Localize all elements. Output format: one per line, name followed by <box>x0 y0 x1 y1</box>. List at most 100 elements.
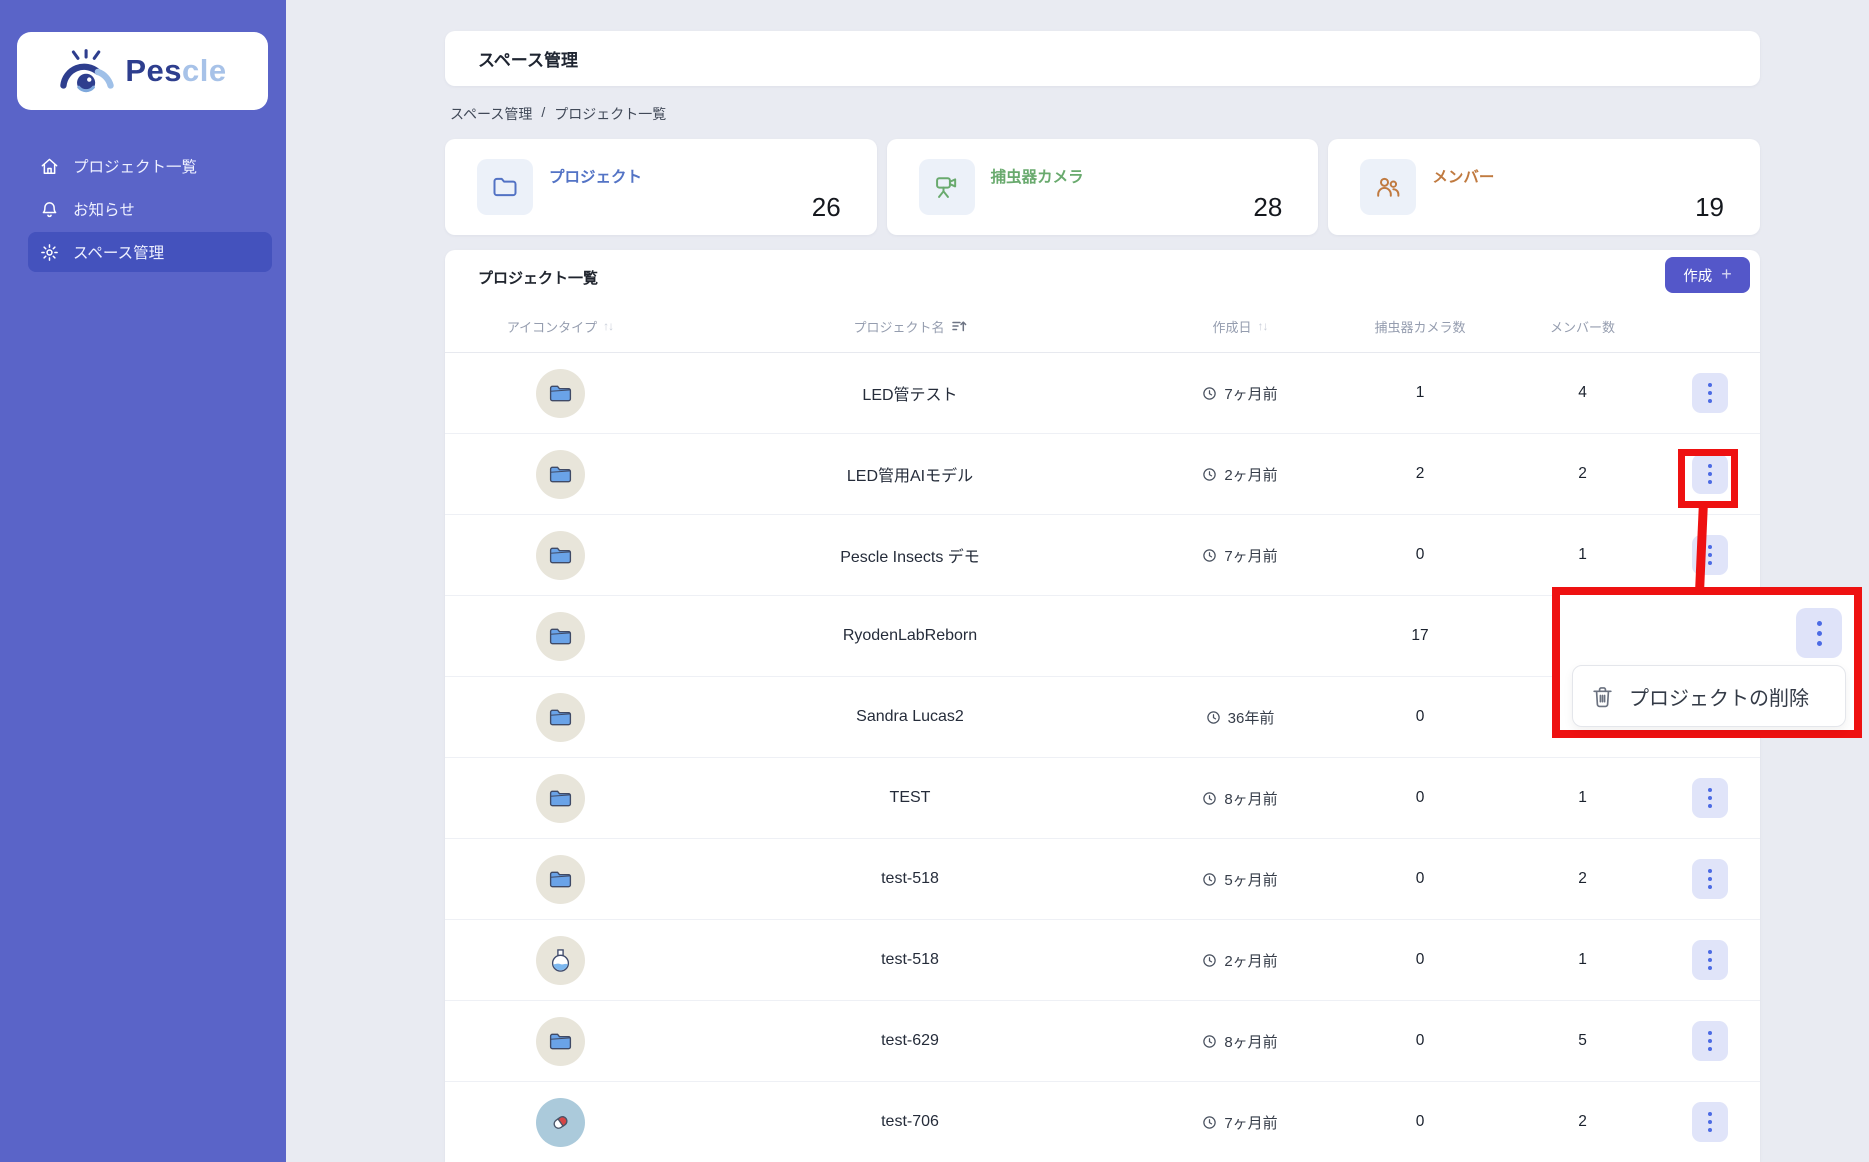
sidebar-item-project-list[interactable]: プロジェクト一覧 <box>0 146 286 186</box>
member-count: 1 <box>1578 789 1587 806</box>
created-at: 2ヶ月前 <box>1145 464 1335 485</box>
page-title: スペース管理 <box>478 51 578 70</box>
row-menu-button[interactable] <box>1692 1021 1728 1061</box>
camera-count: 0 <box>1415 1032 1425 1049</box>
column-header-member-count: メンバー数 <box>1549 319 1615 335</box>
camera-count: 0 <box>1415 789 1425 806</box>
folder-icon <box>535 773 585 823</box>
breadcrumb: スペース管理 / プロジェクト一覧 <box>450 104 666 124</box>
sidebar-item-space-management[interactable]: スペース管理 <box>28 232 272 272</box>
table-body: LED管テスト 7ヶ月前 1 4 LED管用AIモデル 2ヶ月前 2 2 Pes… <box>445 353 1760 1162</box>
gear-icon <box>41 243 58 261</box>
annotation-box-kebab <box>1678 449 1738 508</box>
delete-project-menu-item[interactable]: プロジェクトの削除 <box>1629 682 1809 711</box>
member-count: 1 <box>1578 951 1587 968</box>
sort-updown-icon: ↑↓ <box>1257 319 1269 333</box>
pescle-eye-icon <box>60 49 115 93</box>
column-header-created-at[interactable]: 作成日 ↑↓ <box>1145 317 1335 336</box>
table-header-row: アイコンタイプ ↑↓ プロジェクト名 作成日 ↑↓ 捕虫器カメラ数 メンバー数 <box>445 300 1760 353</box>
folder-icon <box>535 530 585 580</box>
breadcrumb-section[interactable]: スペース管理 <box>450 104 532 124</box>
stat-label: プロジェクト <box>549 169 643 186</box>
column-header-camera-count: 捕虫器カメラ数 <box>1374 319 1466 335</box>
camera-count: 0 <box>1415 708 1425 725</box>
stat-cards: プロジェクト 26 捕虫器カメラ 28 メンバー 19 <box>445 139 1761 235</box>
camera-count: 0 <box>1415 870 1425 887</box>
folder-icon <box>535 611 585 661</box>
project-name: TEST <box>889 789 931 806</box>
row-menu-button[interactable] <box>1692 778 1728 818</box>
stat-label: 捕虫器カメラ <box>990 169 1084 186</box>
member-count: 2 <box>1578 870 1587 887</box>
column-header-icon-type[interactable]: アイコンタイプ ↑↓ <box>445 317 675 336</box>
home-icon <box>41 158 58 174</box>
folder-icon <box>535 854 585 904</box>
pescle-logo[interactable]: Pescle <box>17 32 268 110</box>
flask-icon <box>535 935 585 985</box>
sidebar-item-label: プロジェクト一覧 <box>73 159 198 176</box>
table-row[interactable]: LED管用AIモデル 2ヶ月前 2 2 <box>445 434 1760 515</box>
column-header-project-name[interactable]: プロジェクト名 <box>675 317 1145 336</box>
folder-icon <box>535 449 585 499</box>
created-at: 7ヶ月前 <box>1145 383 1335 404</box>
create-button[interactable]: 作成 + <box>1665 257 1750 293</box>
project-name: test-706 <box>881 1113 939 1130</box>
created-at: 7ヶ月前 <box>1145 1112 1335 1133</box>
table-row[interactable]: LED管テスト 7ヶ月前 1 4 <box>445 353 1760 434</box>
stat-card-projects: プロジェクト 26 <box>445 139 877 235</box>
project-name: test-518 <box>881 870 939 887</box>
stat-value: 26 <box>811 192 841 222</box>
stat-label: メンバー <box>1432 169 1495 186</box>
table-row[interactable]: TEST 8ヶ月前 0 1 <box>445 758 1760 839</box>
member-count: 4 <box>1578 384 1587 401</box>
logo-wordmark: Pescle <box>125 53 227 88</box>
breadcrumb-separator: / <box>541 104 546 120</box>
project-name: test-518 <box>881 951 939 968</box>
table-row[interactable]: test-706 7ヶ月前 0 2 <box>445 1082 1760 1162</box>
stat-card-trap-cameras: 捕虫器カメラ 28 <box>886 139 1319 235</box>
sidebar-nav: プロジェクト一覧 お知らせ スペース管理 <box>0 146 286 275</box>
row-menu-button[interactable] <box>1692 1102 1728 1142</box>
created-at: 8ヶ月前 <box>1145 788 1335 809</box>
created-at: 36年前 <box>1145 707 1335 728</box>
project-name: test-629 <box>881 1032 939 1049</box>
camera-icon <box>935 177 956 198</box>
table-row[interactable]: test-518 5ヶ月前 0 2 <box>445 839 1760 920</box>
members-icon <box>1377 177 1400 197</box>
pill-icon <box>535 1097 585 1147</box>
trash-icon <box>1593 686 1612 707</box>
member-count: 2 <box>1578 465 1587 482</box>
folder-icon <box>535 368 585 418</box>
table-row[interactable]: test-629 8ヶ月前 0 5 <box>445 1001 1760 1082</box>
folder-icon <box>535 1016 585 1066</box>
stat-value: 28 <box>1253 192 1283 222</box>
stat-card-members: メンバー 19 <box>1328 139 1761 235</box>
camera-count: 2 <box>1415 465 1425 482</box>
member-count: 2 <box>1578 1113 1587 1130</box>
stat-value: 19 <box>1695 192 1725 222</box>
sidebar-item-notifications[interactable]: お知らせ <box>0 189 286 229</box>
page-title-card: スペース管理 <box>445 31 1760 86</box>
project-name: Sandra Lucas2 <box>856 708 964 725</box>
sort-updown-icon: ↑↓ <box>603 319 614 333</box>
row-menu-button[interactable] <box>1692 940 1728 980</box>
row-menu-button[interactable] <box>1796 608 1842 658</box>
row-menu-button[interactable] <box>1692 859 1728 899</box>
folder-icon <box>493 177 517 197</box>
project-name: LED管テスト <box>862 387 958 404</box>
created-at: 5ヶ月前 <box>1145 869 1335 890</box>
camera-count: 17 <box>1411 627 1429 644</box>
member-count: 1 <box>1578 546 1587 563</box>
table-row[interactable]: Pescle Insects デモ 7ヶ月前 0 1 <box>445 515 1760 596</box>
breadcrumb-page: プロジェクト一覧 <box>554 106 667 122</box>
row-menu-button[interactable] <box>1692 373 1728 413</box>
sort-ascending-icon <box>951 321 966 332</box>
table-row[interactable]: test-518 2ヶ月前 0 1 <box>445 920 1760 1001</box>
project-name: Pescle Insects デモ <box>840 549 980 566</box>
camera-count: 0 <box>1415 1113 1425 1130</box>
camera-count: 1 <box>1415 384 1425 401</box>
sidebar: Pescle プロジェクト一覧 お知らせ スペース管理 <box>0 0 286 1162</box>
panel-title: プロジェクト一覧 <box>478 270 599 287</box>
bell-icon <box>42 201 57 217</box>
camera-count: 0 <box>1415 546 1425 563</box>
